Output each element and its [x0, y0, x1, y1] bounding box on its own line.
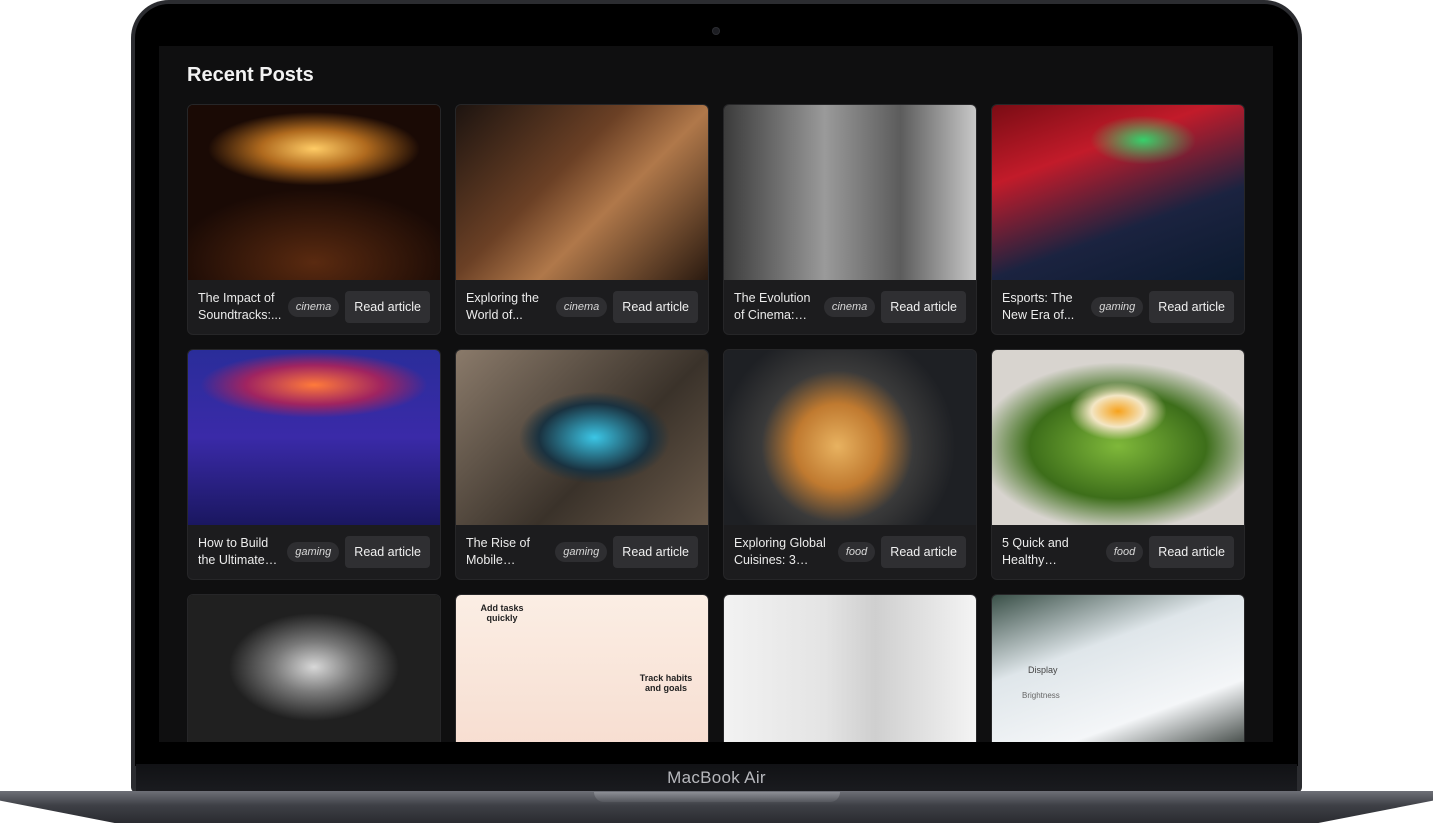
- category-tag[interactable]: cinema: [823, 297, 876, 317]
- post-thumbnail[interactable]: [188, 350, 440, 525]
- post-card[interactable]: The Rise of Mobile Gaming:... gaming Rea…: [455, 349, 709, 580]
- category-tag[interactable]: food: [1105, 542, 1144, 562]
- read-article-button[interactable]: Read article: [613, 291, 698, 323]
- post-title[interactable]: 5 Quick and Healthy Breakfast...: [1002, 535, 1106, 569]
- read-article-button[interactable]: Read article: [881, 536, 966, 568]
- post-thumbnail[interactable]: [456, 105, 708, 280]
- post-thumbnail[interactable]: [456, 350, 708, 525]
- post-card[interactable]: Exploring Global Cuisines: 3 Easy... foo…: [723, 349, 977, 580]
- post-title[interactable]: The Impact of Soundtracks:...: [198, 290, 288, 324]
- read-article-button[interactable]: Read article: [345, 536, 430, 568]
- posts-grid: The Impact of Soundtracks:... cinema Rea…: [187, 104, 1245, 742]
- post-card[interactable]: How to Build the Ultimate Gamin... gamin…: [187, 349, 441, 580]
- post-card[interactable]: Esports: The New Era of... gaming Read a…: [991, 104, 1245, 335]
- post-thumbnail[interactable]: [724, 595, 976, 742]
- laptop-notch: [594, 792, 840, 802]
- post-card[interactable]: The Evolution of Cinema: From... cinema …: [723, 104, 977, 335]
- post-card[interactable]: 5 Quick and Healthy Breakfast... food Re…: [991, 349, 1245, 580]
- camera-icon: [712, 27, 720, 35]
- thumbnail-caption: Add tasks quickly: [480, 603, 524, 623]
- post-card[interactable]: The Impact of Soundtracks:... cinema Rea…: [187, 104, 441, 335]
- post-thumbnail[interactable]: [992, 105, 1244, 280]
- post-card[interactable]: [723, 594, 977, 742]
- post-thumbnail[interactable]: Add tasks quickly Track habits and goals: [456, 595, 708, 742]
- category-tag[interactable]: gaming: [555, 542, 608, 562]
- post-thumbnail[interactable]: [188, 595, 440, 742]
- category-tag[interactable]: cinema: [287, 297, 340, 317]
- post-title[interactable]: Esports: The New Era of...: [1002, 290, 1091, 324]
- post-thumbnail[interactable]: [188, 105, 440, 280]
- post-title[interactable]: The Evolution of Cinema: From...: [734, 290, 824, 324]
- post-thumbnail[interactable]: [724, 105, 976, 280]
- post-title[interactable]: How to Build the Ultimate Gamin...: [198, 535, 287, 569]
- post-card[interactable]: Exploring the World of... cinema Read ar…: [455, 104, 709, 335]
- thumbnail-caption: Track habits and goals: [639, 673, 693, 693]
- post-thumbnail[interactable]: [724, 350, 976, 525]
- thumbnail-caption: Display: [1028, 665, 1058, 675]
- post-card[interactable]: [187, 594, 441, 742]
- screen: Recent Posts The Impact of Soundtracks:.…: [159, 46, 1273, 742]
- category-tag[interactable]: gaming: [287, 542, 340, 562]
- category-tag[interactable]: gaming: [1091, 297, 1144, 317]
- page-title: Recent Posts: [187, 64, 314, 86]
- thumbnail-caption: Brightness: [1022, 691, 1060, 700]
- read-article-button[interactable]: Read article: [881, 291, 966, 323]
- post-title[interactable]: Exploring the World of...: [466, 290, 556, 324]
- category-tag[interactable]: food: [837, 542, 876, 562]
- post-thumbnail[interactable]: [992, 350, 1244, 525]
- post-card[interactable]: Add tasks quickly Track habits and goals: [455, 594, 709, 742]
- post-title[interactable]: The Rise of Mobile Gaming:...: [466, 535, 555, 569]
- read-article-button[interactable]: Read article: [345, 291, 430, 323]
- read-article-button[interactable]: Read article: [1149, 291, 1234, 323]
- post-card[interactable]: Display Brightness: [991, 594, 1245, 742]
- device-label: MacBook Air: [667, 768, 766, 787]
- read-article-button[interactable]: Read article: [613, 536, 698, 568]
- read-article-button[interactable]: Read article: [1149, 536, 1234, 568]
- post-thumbnail[interactable]: Display Brightness: [992, 595, 1244, 742]
- category-tag[interactable]: cinema: [555, 297, 608, 317]
- post-title[interactable]: Exploring Global Cuisines: 3 Easy...: [734, 535, 838, 569]
